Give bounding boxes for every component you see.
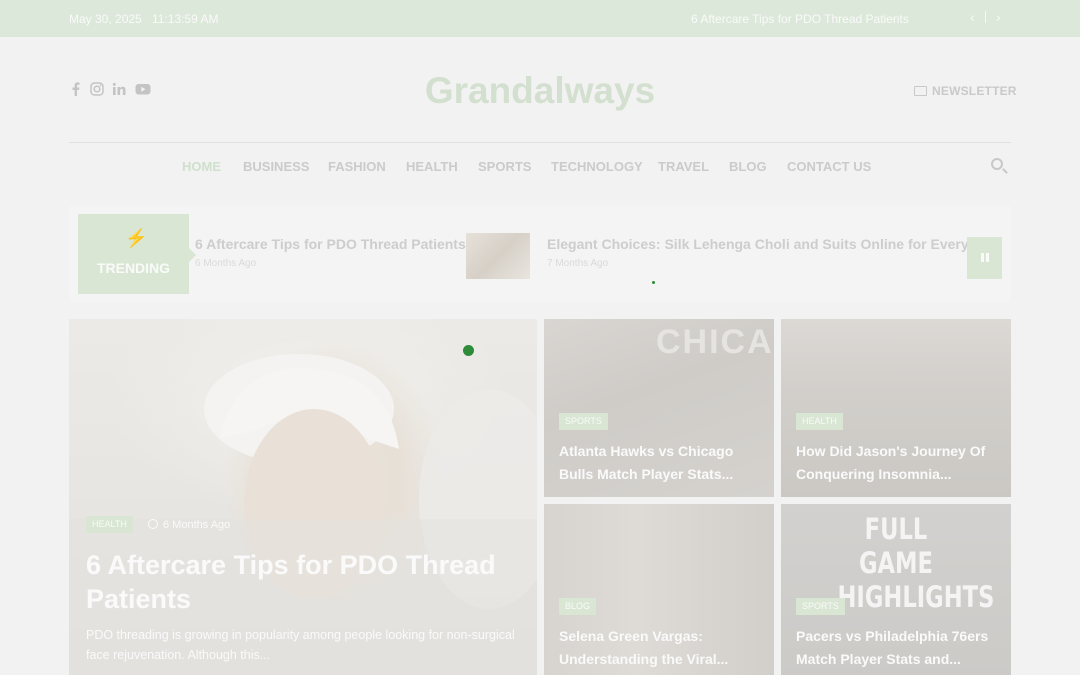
featured-card[interactable]: HEALTH How Did Jason's Journey Of Conque… bbox=[781, 319, 1011, 497]
post-date-label: 6 Months Ago bbox=[163, 519, 231, 531]
newsletter-link[interactable]: NEWSLETTER bbox=[914, 84, 1017, 98]
jersey-text: CHICA bbox=[656, 323, 774, 361]
nav-item-blog[interactable]: BLOG bbox=[729, 159, 767, 174]
category-badge[interactable]: HEALTH bbox=[86, 516, 133, 533]
category-badge[interactable]: SPORTS bbox=[796, 598, 845, 615]
featured-main-title[interactable]: 6 Aftercare Tips for PDO Thread Patients bbox=[86, 548, 506, 616]
loading-dot bbox=[652, 281, 655, 284]
mail-icon bbox=[914, 86, 927, 96]
clock-icon bbox=[148, 519, 158, 529]
instagram-icon[interactable] bbox=[90, 82, 104, 99]
nav-item-fashion[interactable]: FASHION bbox=[328, 159, 386, 174]
category-badge[interactable]: HEALTH bbox=[796, 413, 843, 430]
card-title[interactable]: Atlanta Hawks vs Chicago Bulls Match Pla… bbox=[559, 440, 759, 486]
trending-item-thumbnail[interactable] bbox=[466, 233, 530, 279]
trending-item-title[interactable]: Elegant Choices: Silk Lehenga Choli and … bbox=[547, 236, 967, 252]
youtube-icon[interactable] bbox=[135, 82, 151, 99]
trending-pause-button[interactable] bbox=[967, 237, 1002, 279]
trending-label: TRENDING bbox=[96, 260, 171, 276]
top-bar: May 30, 2025 11:13:59 AM 6 Aftercare Tip… bbox=[0, 0, 1080, 37]
status-dot bbox=[463, 345, 474, 356]
search-icon[interactable] bbox=[991, 158, 1003, 170]
header-divider bbox=[69, 142, 1011, 143]
highlights-text: FULL GAME HIGHLIGHTS bbox=[837, 512, 995, 614]
category-badge[interactable]: BLOG bbox=[559, 598, 597, 615]
nav-item-technology[interactable]: TECHNOLOGY bbox=[551, 159, 643, 174]
trending-item-title[interactable]: 6 Aftercare Tips for PDO Thread Patients bbox=[195, 236, 466, 252]
ticker-next-button[interactable]: › bbox=[996, 9, 1001, 25]
current-time: 11:13:59 AM bbox=[152, 12, 219, 26]
nav-item-business[interactable]: BUSINESS bbox=[243, 159, 309, 174]
card-title[interactable]: Pacers vs Philadelphia 76ers Match Playe… bbox=[796, 625, 996, 671]
current-date: May 30, 2025 bbox=[69, 12, 142, 26]
post-date: 6 Months Ago bbox=[148, 519, 230, 531]
facebook-icon[interactable] bbox=[72, 82, 80, 99]
ticker-divider bbox=[985, 11, 986, 23]
category-badge[interactable]: SPORTS bbox=[559, 413, 608, 430]
nav-item-travel[interactable]: TRAVEL bbox=[658, 159, 709, 174]
ticker-prev-button[interactable]: ‹ bbox=[970, 9, 975, 25]
trending-badge: ⚡ TRENDING bbox=[78, 214, 196, 294]
featured-main-post[interactable] bbox=[69, 319, 537, 675]
nav-item-home[interactable]: HOME bbox=[182, 159, 221, 174]
trending-item-time: 6 Months Ago bbox=[195, 258, 257, 269]
nav-item-health[interactable]: HEALTH bbox=[406, 159, 458, 174]
newsletter-label: NEWSLETTER bbox=[932, 84, 1017, 98]
nav-item-contact[interactable]: CONTACT US bbox=[787, 159, 871, 174]
featured-card[interactable]: FULL GAME HIGHLIGHTS SPORTS Pacers vs Ph… bbox=[781, 504, 1011, 675]
trending-item-time: 7 Months Ago bbox=[547, 258, 609, 269]
bolt-icon: ⚡ bbox=[125, 228, 148, 248]
site-logo[interactable]: Grandalways bbox=[340, 70, 740, 112]
linkedin-icon[interactable] bbox=[112, 82, 126, 99]
card-title[interactable]: Selena Green Vargas: Understanding the V… bbox=[559, 625, 759, 671]
featured-card[interactable]: CHICA SPORTS Atlanta Hawks vs Chicago Bu… bbox=[544, 319, 774, 497]
featured-main-image bbox=[69, 354, 537, 675]
featured-main-excerpt: PDO threading is growing in popularity a… bbox=[86, 628, 515, 662]
card-title[interactable]: How Did Jason's Journey Of Conquering In… bbox=[796, 440, 996, 486]
trending-item-clip: Elegant Choices: Silk Lehenga Choli and … bbox=[547, 230, 967, 290]
featured-card[interactable]: BLOG Selena Green Vargas: Understanding … bbox=[544, 504, 774, 675]
nav-item-sports[interactable]: SPORTS bbox=[478, 159, 531, 174]
top-ticker-link[interactable]: 6 Aftercare Tips for PDO Thread Patients bbox=[691, 12, 909, 26]
